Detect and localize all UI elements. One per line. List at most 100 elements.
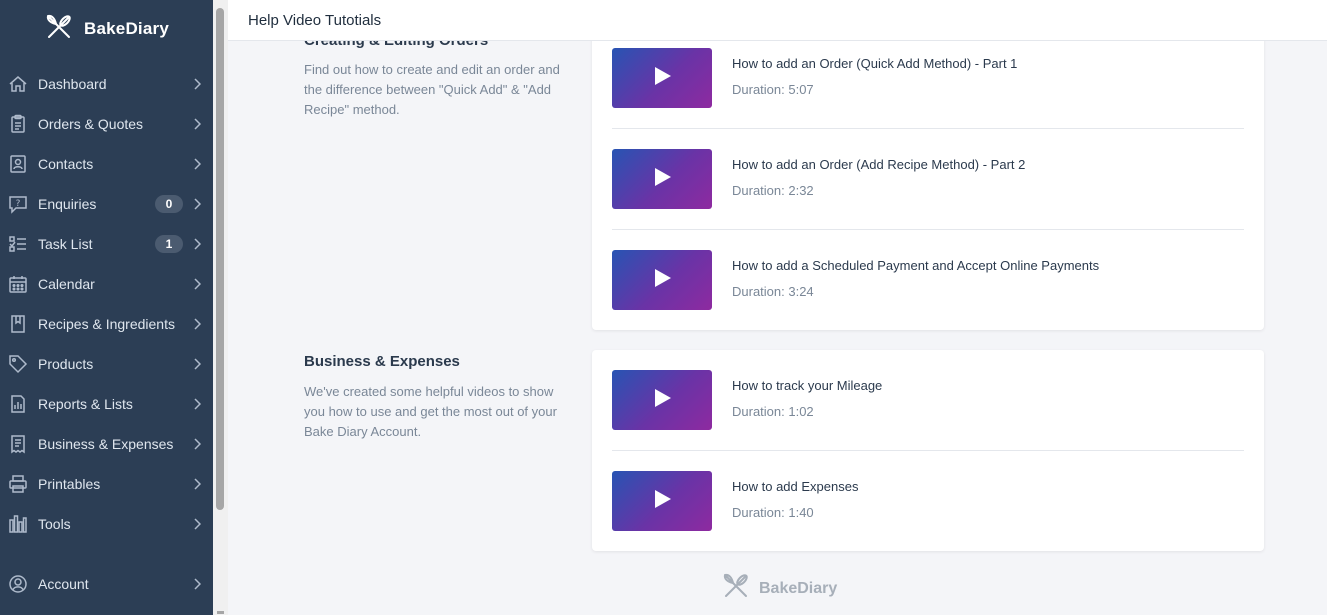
enquiries-count-badge: 0: [155, 195, 183, 213]
video-thumbnail[interactable]: [612, 149, 712, 209]
sidebar-item-enquiries[interactable]: ? Enquiries 0: [0, 184, 213, 224]
footer-logo: BakeDiary: [721, 571, 837, 606]
video-item[interactable]: How to track your Mileage Duration: 1:02: [612, 370, 1244, 471]
video-card-business: How to track your Mileage Duration: 1:02…: [592, 350, 1264, 551]
video-duration: Duration: 1:40: [732, 505, 814, 520]
sidebar-item-label: Dashboard: [38, 76, 107, 92]
sidebar-item-reports-lists[interactable]: Reports & Lists: [0, 384, 213, 424]
sidebar-item-printables[interactable]: Printables: [0, 464, 213, 504]
sidebar-item-products[interactable]: Products: [0, 344, 213, 384]
calendar-icon: [7, 273, 29, 295]
section-title-business: Business & Expenses: [304, 353, 460, 370]
divider: [612, 229, 1244, 230]
video-title[interactable]: How to add a Scheduled Payment and Accep…: [732, 258, 1099, 273]
section-description-business: We've created some helpful videos to sho…: [304, 384, 557, 439]
tag-icon: [7, 353, 29, 375]
divider: [612, 450, 1244, 451]
video-duration: Duration: 5:07: [732, 82, 814, 97]
play-icon: [651, 65, 673, 92]
sidebar-scrollbar[interactable]: [213, 0, 228, 615]
checklist-icon: [7, 233, 29, 255]
question-chat-icon: ?: [7, 193, 29, 215]
sidebar-item-label: Account: [38, 576, 89, 592]
video-thumbnail[interactable]: [612, 370, 712, 430]
sidebar-item-account[interactable]: Account: [0, 564, 213, 604]
sidebar-item-label: Tools: [38, 516, 71, 532]
video-thumbnail[interactable]: [612, 48, 712, 108]
play-icon: [651, 166, 673, 193]
sidebar-item-orders-quotes[interactable]: Orders & Quotes: [0, 104, 213, 144]
video-title[interactable]: How to add Expenses: [732, 479, 858, 494]
video-title[interactable]: How to track your Mileage: [732, 378, 882, 393]
logo[interactable]: BakeDiary: [0, 0, 213, 58]
chevron-right-icon: [191, 238, 203, 250]
sidebar: BakeDiary Dashboard Orders & Quotes Cont…: [0, 0, 213, 615]
chevron-right-icon: [191, 518, 203, 530]
whisk-spoon-logo-icon: [44, 12, 74, 47]
video-item[interactable]: How to add Expenses Duration: 1:40: [612, 471, 1244, 572]
printer-icon: [7, 473, 29, 495]
video-title[interactable]: How to add an Order (Add Recipe Method) …: [732, 157, 1025, 172]
receipt-icon: [7, 433, 29, 455]
divider: [612, 128, 1244, 129]
sidebar-item-task-list[interactable]: Task List 1: [0, 224, 213, 264]
whisk-spoon-logo-icon: [721, 571, 751, 606]
sidebar-item-business-expenses[interactable]: Business & Expenses: [0, 424, 213, 464]
page-header: Help Video Tutotials: [228, 0, 1327, 41]
chevron-right-icon: [191, 438, 203, 450]
sidebar-item-tools[interactable]: Tools: [0, 504, 213, 544]
clipboard-icon: [7, 113, 29, 135]
contact-card-icon: [7, 153, 29, 175]
app-name: BakeDiary: [84, 19, 169, 38]
sidebar-item-label: Contacts: [38, 156, 94, 172]
video-title[interactable]: How to add an Order (Quick Add Method) -…: [732, 56, 1017, 71]
play-icon: [651, 488, 673, 515]
page-title: Help Video Tutotials: [248, 11, 382, 29]
chevron-right-icon: [191, 158, 203, 170]
svg-text:?: ?: [16, 199, 21, 209]
video-card-orders: How to add an Order (Quick Add Method) -…: [592, 28, 1264, 330]
sidebar-item-contacts[interactable]: Contacts: [0, 144, 213, 184]
report-icon: [7, 393, 29, 415]
sidebar-item-label: Business & Expenses: [38, 436, 174, 452]
sidebar-item-label: Task List: [38, 236, 93, 252]
video-item[interactable]: How to add an Order (Add Recipe Method) …: [612, 149, 1244, 250]
play-icon: [651, 387, 673, 414]
sidebar-item-label: Reports & Lists: [38, 396, 133, 412]
home-icon: [7, 73, 29, 95]
sidebar-item-calendar[interactable]: Calendar: [0, 264, 213, 304]
video-item[interactable]: How to add a Scheduled Payment and Accep…: [612, 250, 1244, 351]
sidebar-item-label: Products: [38, 356, 94, 372]
chevron-right-icon: [191, 278, 203, 290]
sidebar-item-recipes-ingredients[interactable]: Recipes & Ingredients: [0, 304, 213, 344]
sidebar-item-label: Orders & Quotes: [38, 116, 144, 132]
sidebar-item-label: Printables: [38, 476, 101, 492]
scrollbar-thumb[interactable]: [216, 8, 224, 510]
video-duration: Duration: 3:24: [732, 284, 814, 299]
sidebar-item-dashboard[interactable]: Dashboard: [0, 64, 213, 104]
recipe-book-icon: [7, 313, 29, 335]
video-item[interactable]: How to add an Order (Quick Add Method) -…: [612, 48, 1244, 149]
chevron-right-icon: [191, 78, 203, 90]
chevron-right-icon: [191, 318, 203, 330]
section-description-orders: Find out how to create and edit an order…: [304, 62, 560, 117]
scroll-down-arrow-icon[interactable]: [217, 611, 224, 614]
video-duration: Duration: 1:02: [732, 404, 814, 419]
footer-brand: BakeDiary: [759, 579, 838, 597]
video-duration: Duration: 2:32: [732, 183, 814, 198]
chevron-right-icon: [191, 118, 203, 130]
chevron-right-icon: [191, 398, 203, 410]
tools-icon: [7, 513, 29, 535]
sidebar-item-label: Calendar: [38, 276, 95, 292]
user-circle-icon: [7, 573, 29, 595]
video-thumbnail[interactable]: [612, 471, 712, 531]
video-thumbnail[interactable]: [612, 250, 712, 310]
chevron-right-icon: [191, 198, 203, 210]
chevron-right-icon: [191, 358, 203, 370]
play-icon: [651, 267, 673, 294]
sidebar-item-label: Recipes & Ingredients: [38, 316, 175, 332]
chevron-right-icon: [191, 578, 203, 590]
chevron-right-icon: [191, 478, 203, 490]
sidebar-item-label: Enquiries: [38, 196, 97, 212]
task-count-badge: 1: [155, 235, 183, 253]
